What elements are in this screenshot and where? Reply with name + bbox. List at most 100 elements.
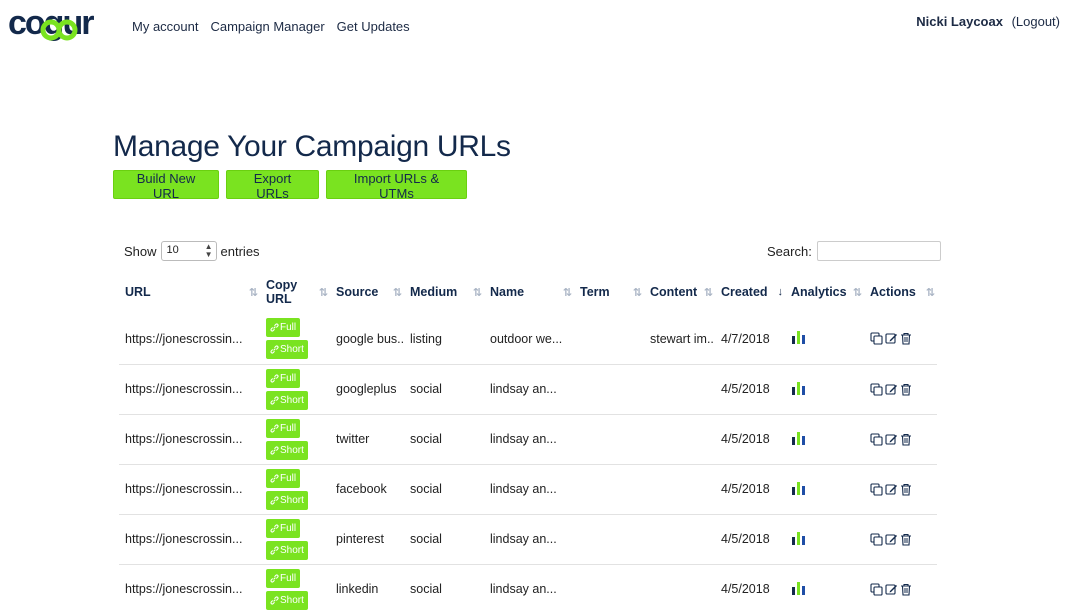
edit-icon[interactable] (885, 533, 898, 546)
cell-url[interactable]: https://jonescrossin... (119, 513, 260, 564)
analytics-bar-chart-icon[interactable] (791, 330, 807, 347)
sort-icon: ⇅ (703, 287, 713, 299)
nav-get-updates[interactable]: Get Updates (337, 19, 410, 34)
cell-url[interactable]: https://jonescrossin... (119, 413, 260, 464)
cell-name: lindsay an... (484, 413, 574, 464)
cell-actions (864, 413, 937, 464)
cell-analytics (785, 363, 864, 414)
search-input[interactable] (816, 241, 941, 261)
cell-actions (864, 314, 937, 364)
top-bar: cogur My account Campaign Manager Get Up… (0, 0, 1069, 56)
trash-icon[interactable] (900, 533, 912, 546)
cogur-logo[interactable]: cogur (8, 4, 108, 44)
col-header-name[interactable]: Name ⇅ (484, 270, 574, 314)
analytics-bar-chart-icon[interactable] (791, 581, 807, 598)
logout-link[interactable]: (Logout) (1012, 14, 1060, 29)
cell-term (574, 563, 644, 614)
cell-created: 4/5/2018 (715, 563, 785, 614)
copy-short-button[interactable]: Short (266, 540, 308, 560)
build-new-url-button[interactable]: Build New URL (113, 170, 219, 201)
cell-term (574, 463, 644, 514)
copy-full-button[interactable]: Full (266, 568, 301, 588)
cell-source: linkedin (330, 563, 404, 614)
duplicate-icon[interactable] (870, 583, 883, 596)
cell-content (644, 513, 715, 564)
trash-icon[interactable] (900, 433, 912, 446)
copy-short-button[interactable]: Short (266, 390, 308, 410)
cell-name: lindsay an... (484, 463, 574, 514)
duplicate-icon[interactable] (870, 432, 883, 446)
table-header-row: URL ⇅ Copy URL ⇅ Source ⇅ Medium ⇅ Name ⇅ Ter… (119, 270, 937, 314)
cell-medium: social (404, 513, 484, 564)
entries-select[interactable]: 10 ▲ ▼ (160, 241, 217, 261)
copy-full-button[interactable]: Full (266, 468, 301, 488)
cell-copy-url: Full Short (260, 314, 330, 364)
col-header-actions[interactable]: Actions ⇅ (864, 270, 937, 314)
cell-source: twitter (330, 413, 404, 464)
edit-icon[interactable] (885, 383, 898, 396)
col-header-copy-url[interactable]: Copy URL ⇅ (260, 270, 330, 314)
export-urls-button[interactable]: Export URLs (226, 170, 319, 201)
cell-name: lindsay an... (484, 513, 574, 564)
cell-content (644, 563, 715, 614)
cell-term (574, 513, 644, 564)
analytics-bar-chart-icon[interactable] (791, 431, 807, 448)
cell-actions (864, 463, 937, 514)
link-icon (270, 423, 279, 433)
cell-url[interactable]: https://jonescrossin... (119, 314, 260, 364)
cell-created: 4/5/2018 (715, 513, 785, 564)
entries-label: entries (220, 243, 260, 259)
col-header-url[interactable]: URL ⇅ (119, 270, 260, 314)
edit-icon[interactable] (885, 483, 898, 496)
col-header-created[interactable]: Created ↓ (715, 270, 785, 314)
col-header-analytics[interactable]: Analytics ⇅ (785, 270, 864, 314)
copy-full-button[interactable]: Full (266, 318, 301, 338)
select-arrows-icon: ▲ ▼ (204, 242, 213, 259)
cell-url[interactable]: https://jonescrossin... (119, 463, 260, 514)
cell-created: 4/5/2018 (715, 463, 785, 514)
col-header-source[interactable]: Source ⇅ (330, 270, 404, 314)
copy-short-button[interactable]: Short (266, 440, 308, 460)
cell-medium: social (404, 413, 484, 464)
cell-created: 4/5/2018 (715, 363, 785, 414)
import-urls-button[interactable]: Import URLs & UTMs (326, 170, 467, 201)
duplicate-icon[interactable] (870, 532, 883, 546)
cell-created: 4/7/2018 (721, 331, 770, 346)
table-row: https://jonescrossin... Full Short googl… (119, 363, 937, 414)
copy-short-button[interactable]: Short (266, 490, 308, 510)
duplicate-icon[interactable] (870, 382, 883, 396)
analytics-bar-chart-icon[interactable] (791, 481, 807, 498)
analytics-bar-chart-icon[interactable] (791, 531, 807, 548)
duplicate-icon[interactable] (870, 482, 883, 496)
col-header-content[interactable]: Content ⇅ (644, 270, 715, 314)
sort-desc-icon: ↓ (777, 286, 784, 298)
col-header-term[interactable]: Term ⇅ (574, 270, 644, 314)
link-icon (270, 495, 279, 505)
link-icon (270, 574, 279, 583)
trash-icon[interactable] (900, 583, 912, 596)
trash-icon[interactable] (900, 483, 912, 496)
edit-icon[interactable] (885, 583, 898, 596)
trash-icon[interactable] (900, 383, 912, 396)
edit-icon[interactable] (885, 332, 898, 345)
cell-term (574, 363, 644, 414)
link-icon (270, 395, 279, 405)
cell-url[interactable]: https://jonescrossin... (119, 363, 260, 414)
nav-my-account[interactable]: My account (132, 19, 198, 34)
col-header-medium[interactable]: Medium ⇅ (404, 270, 484, 314)
copy-short-button[interactable]: Short (266, 590, 308, 610)
copy-full-button[interactable]: Full (266, 518, 301, 538)
cell-content: stewart im... (650, 331, 715, 346)
analytics-bar-chart-icon[interactable] (791, 381, 807, 398)
trash-icon[interactable] (900, 332, 912, 345)
nav-campaign-manager[interactable]: Campaign Manager (210, 19, 324, 34)
duplicate-icon[interactable] (870, 332, 883, 345)
cell-copy-url: Full Short (260, 413, 330, 464)
campaign-urls-table: URL ⇅ Copy URL ⇅ Source ⇅ Medium ⇅ Name ⇅ Ter… (119, 270, 937, 614)
copy-full-button[interactable]: Full (266, 368, 301, 388)
cell-term (574, 314, 644, 364)
edit-icon[interactable] (885, 433, 898, 446)
cell-url[interactable]: https://jonescrossin... (119, 563, 260, 614)
copy-short-button[interactable]: Short (266, 340, 308, 360)
copy-full-button[interactable]: Full (266, 418, 301, 438)
